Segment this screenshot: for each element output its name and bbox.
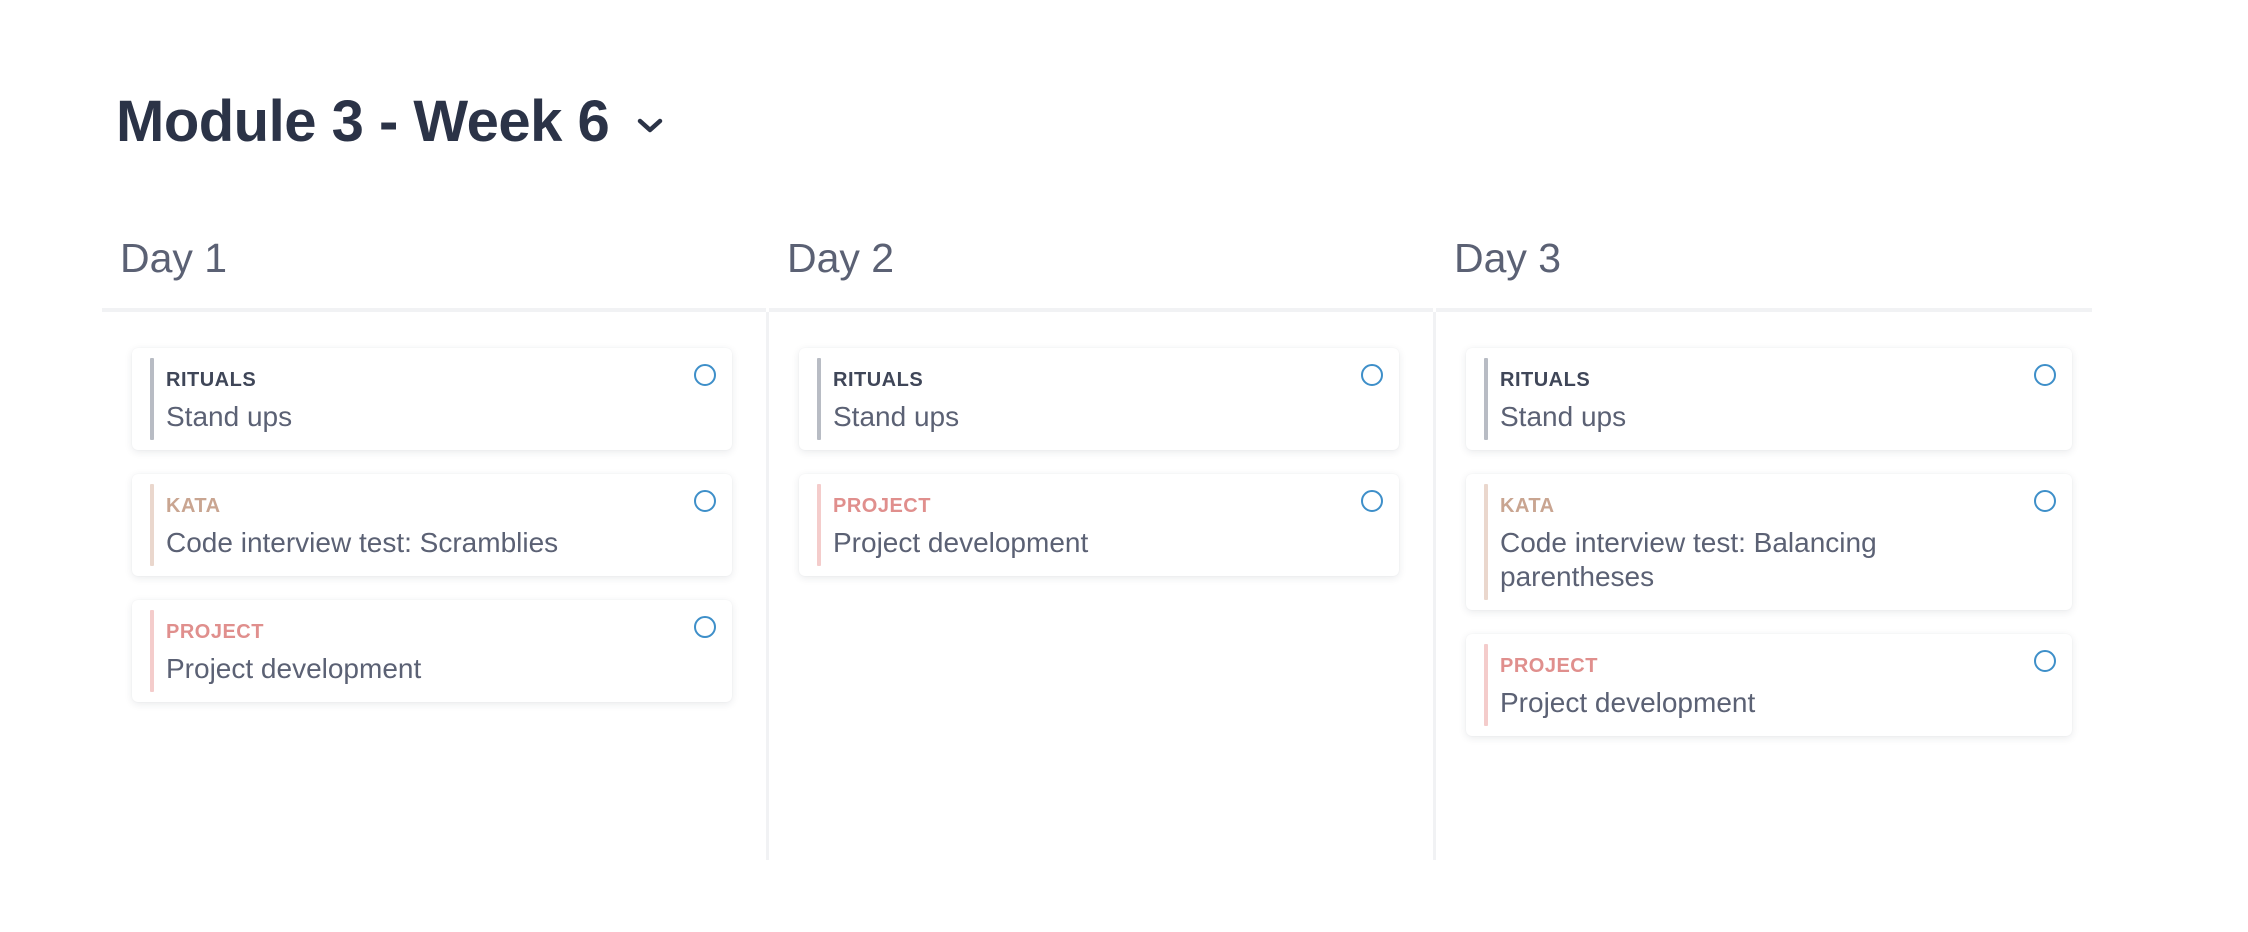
- category-bar: [817, 358, 821, 440]
- task-title: Project development: [833, 527, 1089, 558]
- task-card[interactable]: RITUALS Stand ups: [132, 348, 732, 450]
- column-divider: [769, 308, 1433, 312]
- task-title: Stand ups: [1500, 401, 1627, 432]
- day-heading: Day 3: [1454, 235, 1562, 281]
- category-bar: [150, 358, 154, 440]
- day-heading: Day 2: [787, 235, 895, 281]
- category-bar: [1484, 484, 1488, 600]
- task-title: Project development: [166, 653, 422, 684]
- day-column-2: Day 2 RITUALS Stand ups PROJECT Project …: [769, 232, 1433, 862]
- page-header: Module 3 - Week 6: [116, 86, 667, 158]
- task-category: RITUALS: [833, 369, 924, 391]
- task-title: Stand ups: [833, 401, 960, 432]
- task-category: PROJECT: [166, 621, 264, 643]
- checkbox-circle-icon[interactable]: [2034, 490, 2056, 512]
- checkbox-circle-icon[interactable]: [694, 616, 716, 638]
- checkbox-circle-icon[interactable]: [1361, 364, 1383, 386]
- category-bar: [1484, 358, 1488, 440]
- task-card[interactable]: PROJECT Project development: [1466, 634, 2072, 736]
- checkbox-circle-icon[interactable]: [2034, 650, 2056, 672]
- day-column-1: Day 1 RITUALS Stand ups KATA Code interv…: [102, 232, 766, 862]
- task-title: Stand ups: [166, 401, 293, 432]
- schedule-page: Module 3 - Week 6 Day 1 RITUALS Stand up…: [0, 0, 2248, 932]
- checkbox-circle-icon[interactable]: [1361, 490, 1383, 512]
- task-card[interactable]: RITUALS Stand ups: [1466, 348, 2072, 450]
- task-title: Code interview test: Balancing parenthes…: [1500, 527, 1877, 592]
- checkbox-circle-icon[interactable]: [694, 490, 716, 512]
- checkbox-circle-icon[interactable]: [2034, 364, 2056, 386]
- column-divider: [1436, 308, 2092, 312]
- category-bar: [817, 484, 821, 566]
- checkbox-circle-icon[interactable]: [694, 364, 716, 386]
- day-column-3: Day 3 RITUALS Stand ups KATA Code interv…: [1436, 232, 2092, 862]
- column-divider: [102, 308, 766, 312]
- task-card[interactable]: PROJECT Project development: [132, 600, 732, 702]
- days-board: Day 1 RITUALS Stand ups KATA Code interv…: [102, 232, 2092, 862]
- page-title: Module 3 - Week 6: [116, 89, 610, 154]
- task-card[interactable]: KATA Code interview test: Scramblies: [132, 474, 732, 576]
- task-title: Project development: [1500, 687, 1756, 718]
- task-category: RITUALS: [1500, 369, 1591, 391]
- category-bar: [150, 610, 154, 692]
- chevron-down-icon[interactable]: [633, 109, 667, 143]
- task-card[interactable]: KATA Code interview test: Balancing pare…: [1466, 474, 2072, 610]
- task-category: PROJECT: [1500, 655, 1598, 677]
- task-category: KATA: [166, 495, 221, 517]
- task-category: KATA: [1500, 495, 1555, 517]
- task-card[interactable]: PROJECT Project development: [799, 474, 1399, 576]
- day-heading: Day 1: [120, 235, 228, 281]
- task-category: RITUALS: [166, 369, 257, 391]
- task-category: PROJECT: [833, 495, 931, 517]
- category-bar: [150, 484, 154, 566]
- category-bar: [1484, 644, 1488, 726]
- task-title: Code interview test: Scramblies: [166, 527, 559, 558]
- task-card[interactable]: RITUALS Stand ups: [799, 348, 1399, 450]
